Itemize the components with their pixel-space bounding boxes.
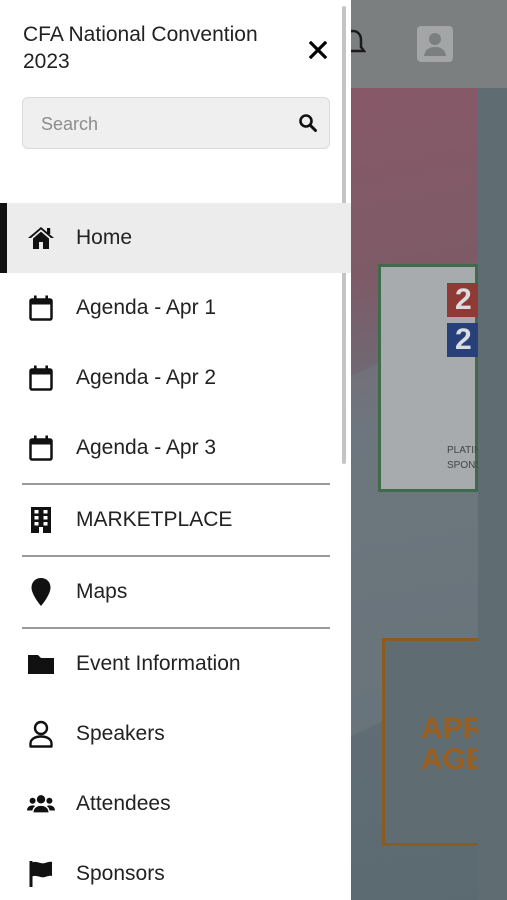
calendar-icon [27, 294, 55, 322]
avatar [417, 26, 453, 62]
agenda-card-text: APR AGE [421, 712, 487, 776]
user-avatar-icon [424, 33, 446, 56]
menu-item-label: Agenda - Apr 3 [76, 436, 217, 459]
drawer-menu: Home Agenda - Apr 1 Agenda - Apr 2 Agend… [0, 203, 351, 900]
agenda-card: APR AGE [382, 638, 486, 846]
menu-item-label: Maps [76, 580, 128, 603]
menu-item-home[interactable]: Home [0, 203, 351, 273]
navigation-drawer: CFA National Convention 2023 Home [0, 0, 351, 900]
menu-item-maps[interactable]: Maps [0, 557, 351, 627]
menu-item-speakers[interactable]: Speakers [0, 699, 351, 769]
menu-item-marketplace[interactable]: MARKETPLACE [0, 485, 351, 555]
menu-item-label: Attendees [76, 792, 171, 815]
calendar-icon [27, 434, 55, 462]
menu-item-label: Home [76, 226, 133, 249]
search-icon[interactable] [298, 113, 318, 133]
search-box [22, 97, 330, 150]
menu-item-sponsors[interactable]: Sponsors [0, 839, 351, 900]
flag-icon [27, 860, 55, 888]
sponsor-card: 2 2 PLATIN SPONS [378, 264, 495, 492]
folder-icon [27, 650, 55, 678]
calendar-icon [27, 364, 55, 392]
close-button[interactable] [306, 38, 330, 62]
menu-item-label: Sponsors [76, 862, 165, 885]
menu-item-label: MARKETPLACE [76, 508, 233, 531]
menu-item-agenda-apr-2[interactable]: Agenda - Apr 2 [0, 343, 351, 413]
map-pin-icon [27, 578, 55, 606]
menu-item-agenda-apr-3[interactable]: Agenda - Apr 3 [0, 413, 351, 483]
menu-item-label: Speakers [76, 722, 165, 745]
group-icon [27, 790, 55, 818]
menu-item-agenda-apr-1[interactable]: Agenda - Apr 1 [0, 273, 351, 343]
menu-item-label: Agenda - Apr 1 [76, 296, 217, 319]
search-input[interactable] [39, 98, 293, 150]
home-icon [27, 224, 55, 252]
menu-item-event-information[interactable]: Event Information [0, 629, 351, 699]
sponsor-card-label: PLATIN SPONS [447, 445, 483, 471]
building-icon [27, 506, 55, 534]
drawer-title: CFA National Convention 2023 [23, 23, 258, 73]
menu-item-label: Event Information [76, 652, 241, 675]
person-icon [27, 720, 55, 748]
menu-item-label: Agenda - Apr 2 [76, 366, 217, 389]
close-icon [309, 41, 327, 59]
background-edge [478, 88, 507, 900]
menu-item-attendees[interactable]: Attendees [0, 769, 351, 839]
